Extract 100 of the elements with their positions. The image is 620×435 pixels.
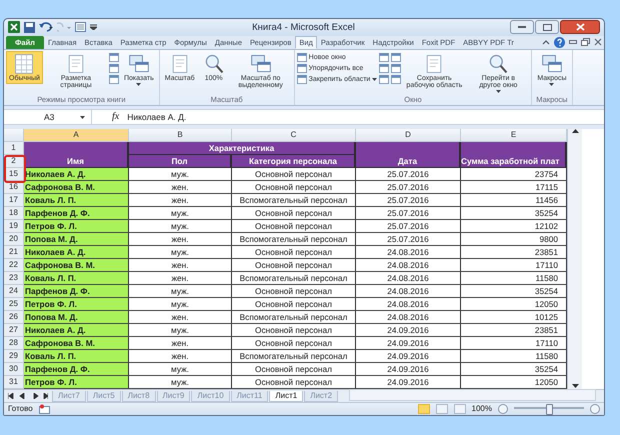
row-header[interactable]: 22 (4, 258, 24, 272)
formula-field[interactable]: Николаев А. Д. (127, 112, 186, 122)
table-cell: муж. (129, 324, 232, 337)
table-cell: Вспомогательный персонал (232, 350, 356, 363)
close-icon[interactable] (594, 38, 602, 46)
slider-thumb[interactable] (546, 404, 553, 416)
window-icon (379, 74, 390, 84)
table-cell: Основной персонал (232, 220, 356, 233)
page-layout-button[interactable] (436, 404, 448, 414)
table-cell: Коваль Л. П. (24, 194, 129, 207)
zoom-out-button[interactable] (498, 404, 508, 414)
table-cell: 24.08.2016 (356, 298, 461, 311)
ribbon-icon-button[interactable] (379, 52, 390, 62)
minimize-icon[interactable] (569, 40, 577, 44)
table-cell: 24.09.2016 (356, 350, 461, 363)
table-cell: жен. (129, 272, 232, 285)
row-header[interactable]: 24 (4, 284, 24, 298)
ribbon-icon-button[interactable] (391, 52, 402, 62)
quick-access-icon[interactable] (75, 22, 86, 32)
row-header[interactable]: 29 (4, 350, 24, 363)
column-header[interactable]: A (24, 128, 129, 142)
ribbon-icon-button[interactable] (391, 64, 402, 73)
zoom-in-button[interactable] (590, 404, 600, 414)
table-cell: Основной персонал (232, 284, 356, 298)
row-header[interactable]: 26 (4, 310, 24, 324)
ribbon-icon-button[interactable] (391, 74, 402, 84)
scroll-up-icon[interactable] (572, 128, 578, 134)
maximize-icon (542, 24, 552, 31)
row-header[interactable]: 18 (4, 206, 24, 220)
restore-icon[interactable] (581, 38, 590, 46)
sheet-tab[interactable]: Лист1 (269, 390, 304, 402)
ribbon-icon-button[interactable] (108, 74, 119, 84)
windows-icon (540, 52, 563, 75)
sheet-icon (13, 52, 36, 75)
column-header[interactable]: D (356, 128, 461, 142)
row-header[interactable]: 21 (4, 246, 24, 259)
row-header[interactable]: 25 (4, 298, 24, 311)
table-cell: муж. (129, 298, 232, 311)
row-header[interactable]: 31 (4, 376, 24, 389)
minimize-icon (518, 26, 526, 29)
table-cell: Вспомогательный персонал (232, 310, 356, 324)
window-icon (379, 64, 390, 73)
page-break-button[interactable] (454, 404, 466, 414)
table-cell: 24.09.2016 (356, 324, 461, 337)
table-cell: Основной персонал (232, 206, 356, 220)
window-icon (391, 52, 402, 62)
column-header[interactable]: E (461, 128, 567, 142)
row-header[interactable]: 19 (4, 220, 24, 233)
table-cell: Николаев А. Д. (24, 246, 129, 259)
help-icon[interactable] (554, 36, 565, 48)
row-header[interactable]: 23 (4, 272, 24, 285)
row-header[interactable]: 28 (4, 336, 24, 350)
table-cell: муж. (129, 284, 232, 298)
record-macro-icon[interactable] (38, 404, 50, 414)
ribbon-icon-button[interactable] (379, 64, 390, 73)
header-cell: Характеристика (129, 142, 356, 155)
minimize-button[interactable] (510, 20, 534, 34)
column-header[interactable]: C (232, 128, 356, 142)
window-icon (108, 52, 119, 62)
table-cell: жен. (129, 180, 232, 194)
zoom-level[interactable]: 100% (472, 404, 492, 414)
excel-logo-icon (8, 21, 20, 34)
table-cell: 24.09.2016 (356, 336, 461, 350)
table-cell: Парфенов Д. Ф. (24, 362, 129, 376)
save-icon[interactable] (24, 22, 35, 33)
horizontal-scrollbar[interactable] (349, 389, 596, 402)
name-box[interactable]: A3 (4, 110, 92, 124)
table-cell: Петров Ф. Л. (24, 298, 129, 311)
table-cell: муж. (129, 362, 232, 376)
table-cell: 25.07.2016 (356, 232, 461, 246)
vertical-scrollbar[interactable] (567, 128, 582, 389)
table-cell: Сафронова В. М. (24, 180, 129, 194)
window-icon (296, 64, 307, 73)
table-cell: муж. (129, 246, 232, 259)
table-cell: Основной персонал (232, 298, 356, 311)
table-cell: Парфенов Д. Ф. (24, 206, 129, 220)
close-icon (576, 23, 584, 32)
table-cell: Вспомогательный персонал (232, 232, 356, 246)
customize-icon[interactable] (90, 24, 97, 30)
window-icon (108, 74, 119, 84)
insert-function-button[interactable]: fx (92, 111, 128, 122)
header-cell: Имя (24, 142, 129, 168)
row-header[interactable]: 17 (4, 194, 24, 207)
window-icon (391, 64, 402, 73)
table-cell: муж. (129, 220, 232, 233)
collapse-ribbon-icon[interactable] (542, 39, 550, 46)
close-button[interactable] (560, 20, 600, 34)
ribbon-icon-button[interactable] (379, 74, 390, 84)
ribbon-icon-button[interactable] (108, 52, 119, 62)
undo-icon[interactable] (39, 22, 53, 32)
status-text: Готово (8, 404, 33, 414)
maximize-button[interactable] (535, 20, 559, 34)
table-cell: Петров Ф. Л. (24, 220, 129, 233)
row-header[interactable]: 27 (4, 324, 24, 337)
row-header[interactable]: 1 (4, 142, 24, 155)
table-cell: 24.08.2016 (356, 272, 461, 285)
ribbon-icon-button[interactable] (108, 64, 119, 73)
column-header[interactable]: B (129, 128, 232, 142)
row-header[interactable]: 20 (4, 232, 24, 246)
row-header[interactable]: 30 (4, 362, 24, 376)
